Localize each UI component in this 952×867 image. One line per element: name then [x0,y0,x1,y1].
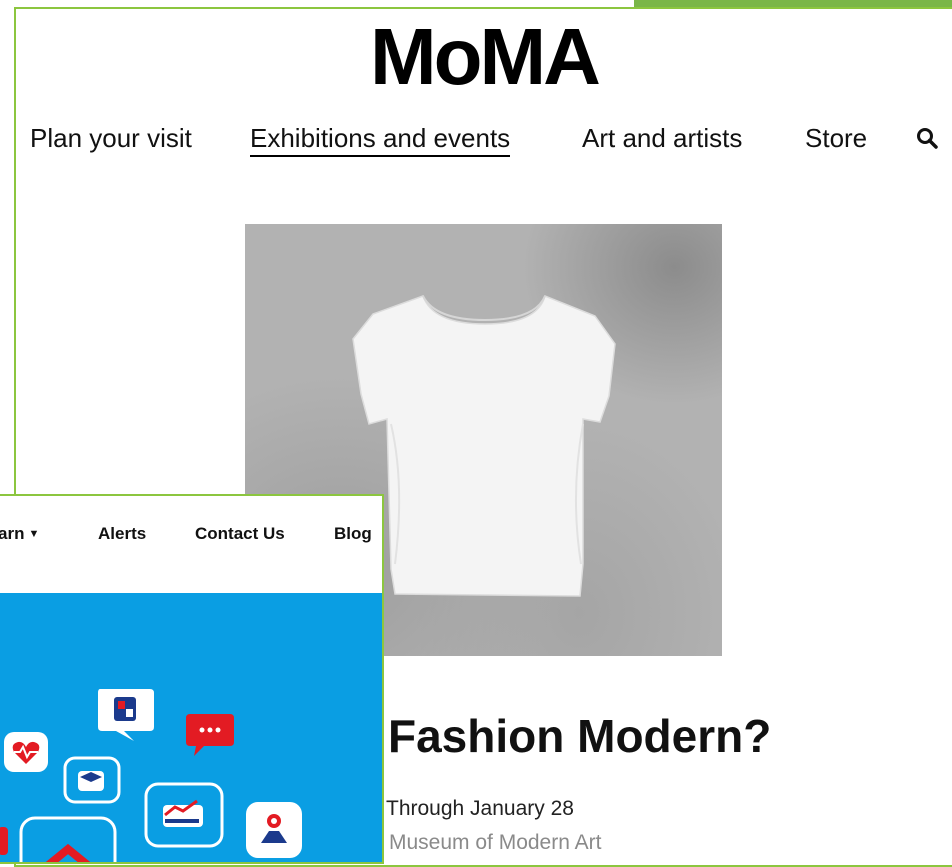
map-pin-icon [246,802,302,858]
search-icon[interactable] [916,127,938,149]
nav-exhibitions-and-events[interactable]: Exhibitions and events [250,121,511,157]
chart-up-icon [144,782,224,848]
home-icon [19,816,117,862]
nav-plan-your-visit[interactable]: Plan your visit [30,121,192,155]
event-venue: Museum of Modern Art [389,831,602,854]
nav-art-and-artists[interactable]: Art and artists [582,121,742,155]
abc-block-icon [98,689,154,741]
nav-learn-dropdown[interactable]: arn ▼ [0,524,39,544]
heart-icon [4,732,48,772]
nav-store[interactable]: Store [805,121,867,155]
caret-down-icon: ▼ [28,528,40,540]
slide-accent-bar [634,0,952,7]
partial-red-icon [0,827,8,855]
nav-learn-label: arn [0,524,25,543]
nav-contact-us[interactable]: Contact Us [195,524,285,544]
event-date: Through January 28 [386,797,574,820]
secondary-nav: arn ▼ Alerts Contact Us Blog [0,496,382,593]
graduation-cap-icon [63,756,121,804]
nav-blog[interactable]: Blog [334,524,372,544]
nav-alerts[interactable]: Alerts [98,524,146,544]
event-title[interactable]: Fashion Modern? [388,709,771,763]
main-nav: Plan your visit Exhibitions and events A… [16,121,952,161]
chat-dots-icon [186,714,234,756]
moma-logo[interactable]: MoMA [16,17,952,97]
secondary-site-screenshot: arn ▼ Alerts Contact Us Blog [0,494,384,864]
secondary-hero-banner [0,593,382,862]
